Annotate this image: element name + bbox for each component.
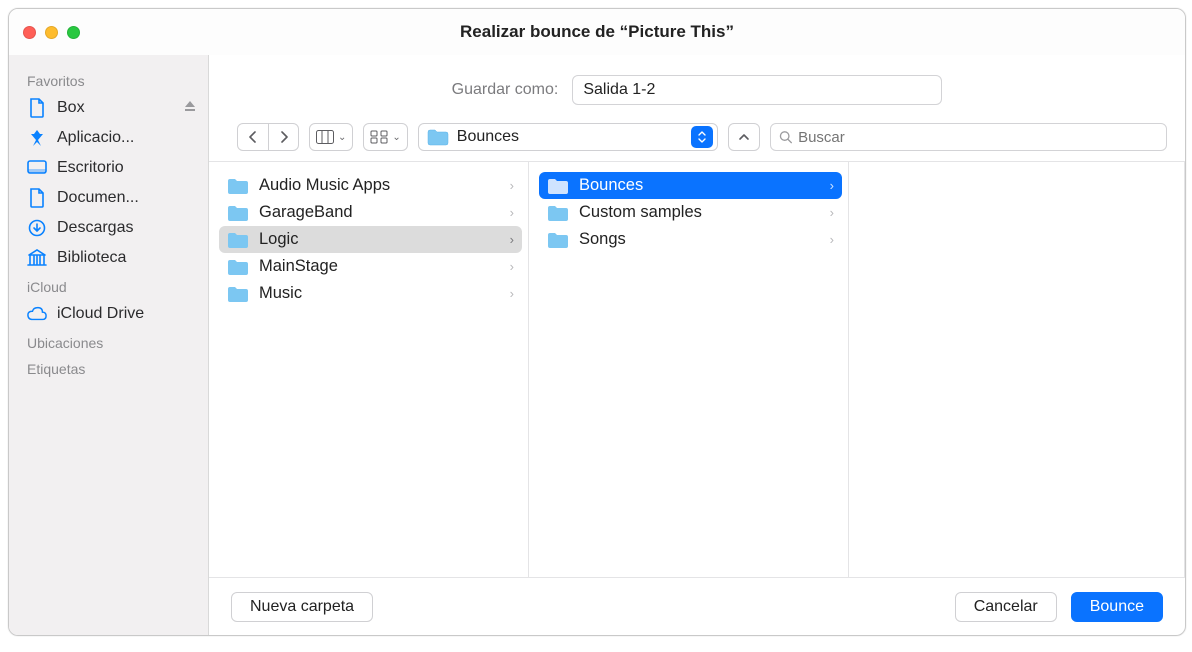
folder-item[interactable]: Custom samples ›: [539, 199, 842, 226]
folder-label: Songs: [579, 230, 626, 249]
chevron-down-icon: ⌄: [338, 132, 346, 143]
eject-icon[interactable]: [184, 99, 198, 117]
folder-label: MainStage: [259, 257, 338, 276]
folder-icon: [547, 177, 569, 195]
sidebar-item[interactable]: Biblioteca: [9, 243, 208, 273]
browser-column: Audio Music Apps›GarageBand›Logic›MainSt…: [209, 162, 529, 577]
folder-icon: [547, 231, 569, 249]
sidebar-item-label: iCloud Drive: [57, 305, 198, 323]
sidebar-item[interactable]: Documen...: [9, 183, 208, 213]
location-label: Bounces: [457, 128, 519, 146]
folder-icon: [227, 258, 249, 276]
chevron-right-icon: ›: [510, 286, 514, 301]
folder-icon: [227, 285, 249, 303]
close-window-button[interactable]: [23, 26, 36, 39]
columns-icon: [316, 130, 334, 144]
sidebar-section-header: iCloud: [9, 273, 208, 299]
search-icon: [779, 130, 792, 144]
titlebar: Realizar bounce de “Picture This”: [9, 9, 1185, 55]
sidebar-item[interactable]: Escritorio: [9, 153, 208, 183]
sidebar-item-label: Box: [57, 99, 174, 117]
view-mode-button[interactable]: ⌄: [309, 123, 353, 151]
folder-item[interactable]: GarageBand ›: [219, 199, 522, 226]
sidebar-section-header: Favoritos: [9, 67, 208, 93]
chevron-right-icon: ›: [830, 178, 834, 193]
sidebar-item[interactable]: Box: [9, 93, 208, 123]
folder-item[interactable]: MainStage ›: [219, 253, 522, 280]
chevron-right-icon: ›: [830, 205, 834, 220]
folder-label: GarageBand: [259, 203, 353, 222]
save-dialog-window: Realizar bounce de “Picture This” Favori…: [8, 8, 1186, 636]
library-icon: [27, 248, 47, 268]
folder-icon: [547, 204, 569, 222]
window-title: Realizar bounce de “Picture This”: [9, 22, 1185, 42]
sidebar-item[interactable]: Descargas: [9, 213, 208, 243]
group-button[interactable]: ⌄: [363, 123, 407, 151]
cancel-button[interactable]: Cancelar: [955, 592, 1057, 622]
popup-indicator-icon: [691, 126, 713, 148]
main-panel: Guardar como: ⌄ ⌄: [209, 55, 1185, 635]
column-browser: Audio Music Apps›GarageBand›Logic›MainSt…: [209, 162, 1185, 577]
forward-button[interactable]: [268, 124, 298, 150]
folder-item[interactable]: Bounces ›: [539, 172, 842, 199]
chevron-right-icon: ›: [830, 232, 834, 247]
nav-back-forward: [237, 123, 299, 151]
browser-column: Bounces › Custom samples › Songs ›: [529, 162, 849, 577]
sidebar-item[interactable]: iCloud Drive: [9, 299, 208, 329]
sidebar: Favoritos Box Aplicacio... Escritorio Docume…: [9, 55, 209, 635]
sidebar-item-label: Descargas: [57, 219, 198, 237]
folder-icon: [227, 231, 249, 249]
folder-icon: [227, 177, 249, 195]
new-folder-button[interactable]: Nueva carpeta: [231, 592, 373, 622]
folder-label: Custom samples: [579, 203, 702, 222]
toolbar: ⌄ ⌄ Bounces: [209, 119, 1185, 162]
folder-label: Audio Music Apps: [259, 176, 390, 195]
save-as-label: Guardar como:: [452, 81, 559, 99]
collapse-button[interactable]: [728, 123, 760, 151]
sidebar-item-label: Documen...: [57, 189, 198, 207]
doc-icon: [27, 98, 47, 118]
zoom-window-button[interactable]: [67, 26, 80, 39]
sidebar-item-label: Escritorio: [57, 159, 198, 177]
footer: Nueva carpeta Cancelar Bounce: [209, 577, 1185, 635]
chevron-right-icon: ›: [510, 205, 514, 220]
minimize-window-button[interactable]: [45, 26, 58, 39]
sidebar-item-label: Aplicacio...: [57, 129, 198, 147]
folder-icon: [427, 128, 449, 146]
cloud-icon: [27, 304, 47, 324]
traffic-lights: [9, 26, 80, 39]
sidebar-section-header: Ubicaciones: [9, 329, 208, 355]
location-popup[interactable]: Bounces: [418, 123, 718, 151]
save-as-row: Guardar como:: [209, 55, 1185, 119]
search-input[interactable]: [798, 129, 1158, 146]
desktop-icon: [27, 158, 47, 178]
bounce-button[interactable]: Bounce: [1071, 592, 1163, 622]
browser-column: [849, 162, 1185, 577]
chevron-right-icon: ›: [510, 259, 514, 274]
folder-label: Bounces: [579, 176, 643, 195]
chevron-right-icon: ›: [510, 232, 514, 247]
folder-label: Music: [259, 284, 302, 303]
folder-item[interactable]: Audio Music Apps ›: [219, 172, 522, 199]
search-field[interactable]: [770, 123, 1167, 151]
chevron-up-icon: [738, 132, 750, 142]
sidebar-item-label: Biblioteca: [57, 249, 198, 267]
download-icon: [27, 218, 47, 238]
chevron-down-icon: ⌄: [392, 132, 400, 143]
sidebar-section-header: Etiquetas: [9, 355, 208, 381]
back-button[interactable]: [238, 124, 268, 150]
chevron-right-icon: ›: [510, 178, 514, 193]
folder-item[interactable]: Music ›: [219, 280, 522, 307]
doc-icon: [27, 188, 47, 208]
grid-icon: [370, 130, 388, 144]
save-as-input[interactable]: [572, 75, 942, 105]
folder-label: Logic: [259, 230, 298, 249]
sidebar-item[interactable]: Aplicacio...: [9, 123, 208, 153]
folder-icon: [227, 204, 249, 222]
apps-icon: [27, 128, 47, 148]
folder-item[interactable]: Logic ›: [219, 226, 522, 253]
folder-item[interactable]: Songs ›: [539, 226, 842, 253]
